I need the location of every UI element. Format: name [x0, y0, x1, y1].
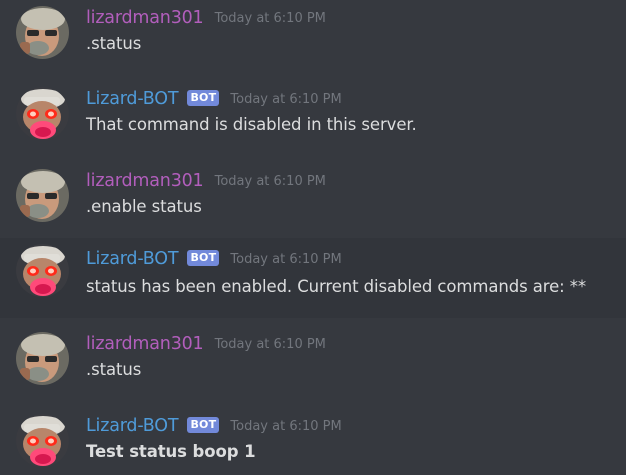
message-content: .status	[86, 360, 142, 379]
lizard-bot-avatar-icon	[16, 414, 69, 467]
username[interactable]: lizardman301	[86, 334, 204, 354]
lizard-bot-avatar-icon	[16, 87, 69, 140]
avatar[interactable]	[16, 244, 69, 297]
lizardman-avatar-icon	[16, 6, 69, 59]
message-item[interactable]: lizardman301 Today at 6:10 PM .enable st…	[0, 163, 626, 237]
message-item[interactable]: Lizard-BOT BOT Today at 6:10 PM status h…	[0, 238, 626, 318]
timestamp: Today at 6:10 PM	[230, 92, 342, 107]
message-header: Lizard-BOT BOT Today at 6:10 PM	[86, 87, 342, 111]
message-item[interactable]: Lizard-BOT BOT Today at 6:10 PM Test sta…	[0, 408, 626, 475]
avatar[interactable]	[16, 169, 69, 222]
lizardman-avatar-icon	[16, 332, 69, 385]
avatar[interactable]	[16, 332, 69, 385]
avatar[interactable]	[16, 6, 69, 59]
avatar[interactable]	[16, 87, 69, 140]
message-content: Test status boop 1	[86, 442, 256, 461]
username[interactable]: lizardman301	[86, 8, 204, 28]
message-item[interactable]: Lizard-BOT BOT Today at 6:10 PM That com…	[0, 81, 626, 155]
bot-badge: BOT	[187, 90, 220, 106]
message-content: .status	[86, 34, 142, 53]
timestamp: Today at 6:10 PM	[214, 11, 326, 26]
timestamp: Today at 6:10 PM	[230, 419, 342, 434]
message-header: lizardman301 Today at 6:10 PM	[86, 169, 326, 193]
message-item[interactable]: lizardman301 Today at 6:10 PM .status	[0, 326, 626, 400]
message-item[interactable]: lizardman301 Today at 6:10 PM .status	[0, 0, 626, 74]
message-header: Lizard-BOT BOT Today at 6:10 PM	[86, 414, 342, 438]
username[interactable]: Lizard-BOT	[86, 416, 179, 436]
chat-message-list: lizardman301 Today at 6:10 PM .status Li…	[0, 0, 626, 475]
message-header: Lizard-BOT BOT Today at 6:10 PM	[86, 247, 342, 271]
message-content: status has been enabled. Current disable…	[86, 277, 587, 296]
message-content: .enable status	[86, 197, 202, 216]
username[interactable]: lizardman301	[86, 171, 204, 191]
bot-badge: BOT	[187, 417, 220, 433]
lizard-bot-avatar-icon	[16, 244, 69, 297]
timestamp: Today at 6:10 PM	[214, 337, 326, 352]
username[interactable]: Lizard-BOT	[86, 249, 179, 269]
timestamp: Today at 6:10 PM	[214, 174, 326, 189]
bot-badge: BOT	[187, 250, 220, 266]
message-content: That command is disabled in this server.	[86, 115, 417, 134]
timestamp: Today at 6:10 PM	[230, 252, 342, 267]
message-header: lizardman301 Today at 6:10 PM	[86, 6, 326, 30]
username[interactable]: Lizard-BOT	[86, 89, 179, 109]
message-header: lizardman301 Today at 6:10 PM	[86, 332, 326, 356]
lizardman-avatar-icon	[16, 169, 69, 222]
avatar[interactable]	[16, 414, 69, 467]
